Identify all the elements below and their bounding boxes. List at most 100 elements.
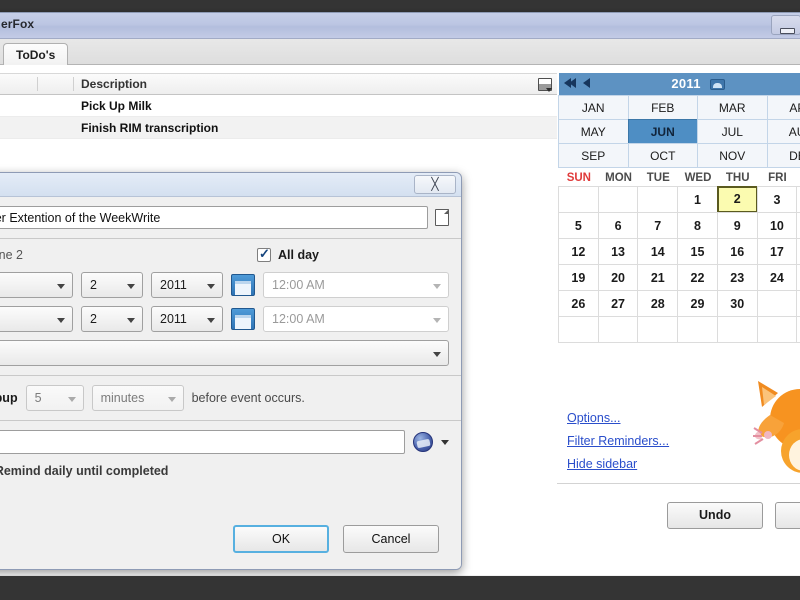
- weekday-thu: THU: [725, 172, 750, 184]
- day-cell[interactable]: 23: [716, 264, 758, 291]
- alarm-amount-select[interactable]: 5: [25, 385, 84, 411]
- summary-input[interactable]: [0, 206, 428, 229]
- close-icon[interactable]: ╳: [414, 175, 456, 194]
- end-year-select[interactable]: 2011: [151, 306, 223, 332]
- day-cell: [756, 316, 798, 343]
- day-cell[interactable]: 27: [597, 290, 639, 317]
- day-cell[interactable]: 29: [677, 290, 718, 317]
- month-cell-nov[interactable]: NOV: [697, 143, 768, 168]
- month-cell-apr[interactable]: APR: [766, 95, 800, 120]
- day-cell[interactable]: 24: [756, 264, 798, 291]
- all-day-checkbox[interactable]: All day: [257, 246, 319, 262]
- desktop-background: erFox ToDo's Description Pick Up Milk Fi…: [0, 0, 800, 600]
- end-day-select[interactable]: 2: [81, 306, 143, 332]
- day-cell: [756, 290, 798, 317]
- day-cell: [677, 316, 718, 343]
- day-cell: [716, 316, 758, 343]
- link-options[interactable]: Options...: [567, 411, 669, 425]
- day-cell[interactable]: 17: [756, 238, 798, 265]
- month-cell-feb[interactable]: FEB: [627, 95, 698, 120]
- summary-row: [0, 206, 449, 229]
- month-cell-may[interactable]: MAY: [558, 119, 629, 144]
- month-cell-jan[interactable]: JAN: [558, 95, 629, 120]
- day-cell[interactable]: 14: [637, 238, 679, 265]
- reminder-edit-dialog: er ╳ sday, June 2 All day 2 2011: [0, 172, 462, 570]
- month-cell-sep[interactable]: SEP: [558, 143, 629, 168]
- link-filter-reminders[interactable]: Filter Reminders...: [567, 434, 669, 448]
- dialog-footer: OK Cancel: [0, 513, 461, 569]
- start-year-select[interactable]: 2011: [151, 272, 223, 298]
- alarm-row: arm popup 5 minutes before event occurs.: [0, 385, 449, 411]
- todo-description: Finish RIM transcription: [81, 121, 219, 135]
- list-header: Description: [0, 73, 558, 95]
- todo-description: Pick Up Milk: [81, 99, 152, 113]
- start-time-select[interactable]: 12:00 AM: [263, 272, 449, 298]
- table-row[interactable]: Pick Up Milk: [0, 95, 558, 117]
- day-cell[interactable]: 12: [558, 238, 599, 265]
- day-cell[interactable]: 15: [677, 238, 718, 265]
- end-calendar-picker-icon[interactable]: [231, 308, 255, 330]
- day-cell[interactable]: 25: [796, 264, 800, 291]
- day-cell[interactable]: 5: [558, 212, 599, 239]
- weekday-sun: SUN: [566, 172, 591, 184]
- start-calendar-picker-icon[interactable]: [231, 274, 255, 296]
- ok-button[interactable]: OK: [233, 525, 329, 553]
- day-cell[interactable]: 7: [637, 212, 679, 239]
- day-cell[interactable]: 4: [796, 186, 800, 213]
- day-cell: [637, 316, 679, 343]
- undo-button[interactable]: Undo: [667, 502, 763, 529]
- minimize-button[interactable]: [771, 15, 800, 35]
- month-cell-oct[interactable]: OCT: [627, 143, 698, 168]
- table-row[interactable]: Finish RIM transcription: [0, 117, 558, 139]
- cancel-button[interactable]: Cancel: [343, 525, 439, 553]
- day-cell[interactable]: 9: [716, 212, 758, 239]
- day-cell[interactable]: 18: [796, 238, 800, 265]
- remind-daily-row: nt Remind daily until completed: [0, 464, 449, 478]
- day-cell[interactable]: 16: [716, 238, 758, 265]
- month-cell-aug[interactable]: AUG: [766, 119, 800, 144]
- start-month-select[interactable]: [0, 272, 73, 298]
- day-cell[interactable]: 13: [597, 238, 639, 265]
- tab-todos[interactable]: ToDo's: [3, 43, 69, 67]
- link-hide-sidebar[interactable]: Hide sidebar: [567, 457, 669, 471]
- month-cell-jul[interactable]: JUL: [697, 119, 768, 144]
- column-separator: [73, 77, 74, 91]
- day-cell[interactable]: 10: [756, 212, 798, 239]
- document-icon[interactable]: [435, 209, 449, 226]
- calendar-month-icon[interactable]: [709, 79, 725, 91]
- checkbox-icon[interactable]: [257, 246, 271, 262]
- month-cell-jun[interactable]: JUN: [627, 119, 698, 144]
- globe-icon[interactable]: [413, 432, 433, 452]
- note-input[interactable]: [0, 430, 405, 454]
- day-cell[interactable]: 11: [796, 212, 800, 239]
- day-cell[interactable]: 6: [597, 212, 639, 239]
- day-cell[interactable]: 1: [677, 186, 718, 213]
- end-time-select[interactable]: 12:00 AM: [263, 306, 449, 332]
- day-cell[interactable]: 20: [597, 264, 639, 291]
- remind-daily-label: Remind daily until completed: [0, 464, 169, 478]
- day-cell-today[interactable]: 2: [716, 186, 758, 213]
- day-cell[interactable]: 8: [677, 212, 718, 239]
- day-cell: [597, 186, 639, 213]
- chevron-down-icon[interactable]: [441, 439, 449, 445]
- column-header-description[interactable]: Description: [81, 77, 147, 91]
- repeat-select[interactable]: Yearly: [0, 340, 449, 366]
- weekday-wed: WED: [684, 172, 712, 184]
- alarm-unit-select[interactable]: minutes: [91, 385, 184, 411]
- day-cell[interactable]: 28: [637, 290, 679, 317]
- column-picker-icon[interactable]: [538, 78, 552, 92]
- day-cell[interactable]: 30: [716, 290, 758, 317]
- calendar-year[interactable]: 2011: [671, 76, 700, 91]
- month-cell-mar[interactable]: MAR: [697, 95, 768, 120]
- day-cell[interactable]: 3: [756, 186, 798, 213]
- day-cell[interactable]: 19: [558, 264, 599, 291]
- day-cell[interactable]: 26: [558, 290, 599, 317]
- day-cell: [597, 316, 639, 343]
- day-cell[interactable]: 22: [677, 264, 718, 291]
- start-day-select[interactable]: 2: [81, 272, 143, 298]
- month-cell-dec[interactable]: DEC: [766, 143, 800, 168]
- day-cell[interactable]: 21: [637, 264, 679, 291]
- weekday-tue: TUE: [646, 172, 670, 184]
- end-month-select[interactable]: [0, 306, 73, 332]
- secondary-button[interactable]: [775, 502, 800, 529]
